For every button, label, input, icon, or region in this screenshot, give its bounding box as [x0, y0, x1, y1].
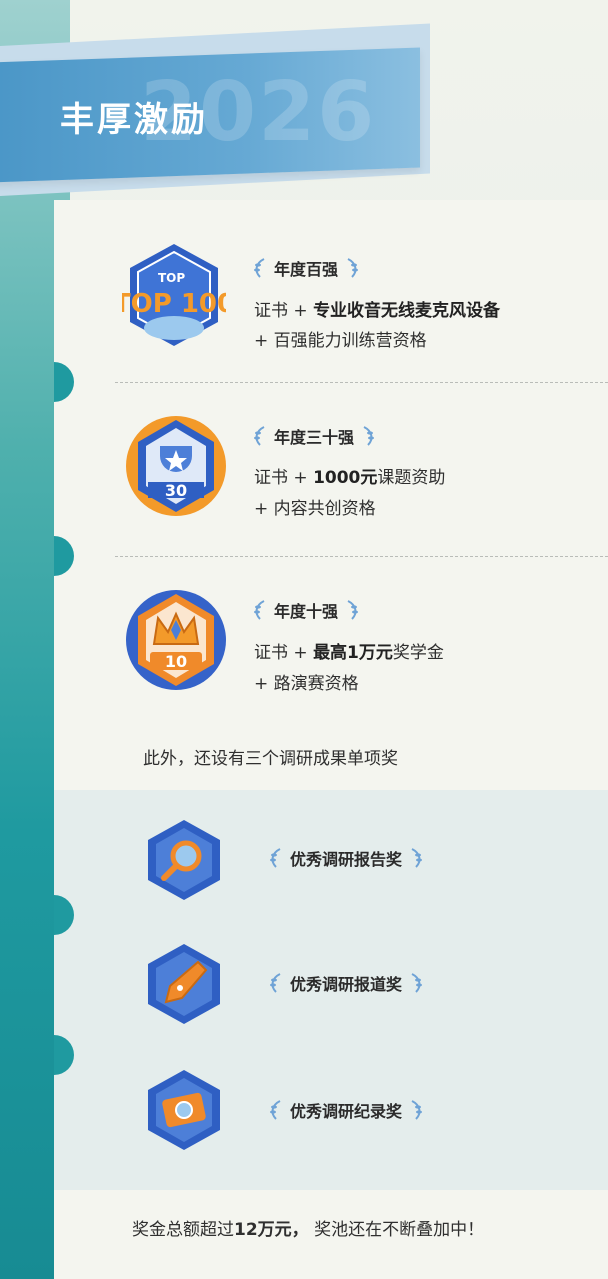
laurel-right-icon [347, 258, 359, 278]
award-name: 年度百强 [274, 260, 339, 279]
award-benefit-line: + 路演赛资格 [254, 674, 359, 694]
award-name: 年度三十强 [274, 428, 355, 447]
top10-badge-icon: 10 [126, 590, 226, 690]
badge-label: 10 [165, 652, 187, 671]
laurel-right-icon [347, 600, 359, 620]
laurel-right-icon [411, 973, 423, 993]
award-benefit-line: 证书 + 1000元课题资助 [254, 468, 446, 488]
laurel-left-icon [254, 600, 265, 620]
laurel-left-icon [254, 426, 265, 446]
award-title-top100: 年度百强 [252, 256, 360, 280]
top100-badge-icon: TOP TOP 100 [122, 244, 226, 346]
award-name: 年度十强 [274, 602, 339, 621]
award-title-top10: 年度十强 [252, 598, 360, 622]
laurel-right-icon [411, 1100, 423, 1120]
badge-label: TOP 100 [122, 289, 226, 319]
laurel-right-icon [363, 426, 375, 446]
top30-badge-icon: 30 [126, 416, 226, 516]
magnifier-icon [148, 820, 220, 900]
single-award-documentary: 优秀调研纪录奖 [268, 1098, 424, 1122]
divider [115, 556, 608, 557]
award-benefit-line: + 内容共创资格 [254, 499, 376, 519]
camera-icon [148, 1070, 220, 1150]
single-award-name: 优秀调研报道奖 [290, 975, 403, 994]
single-award-report: 优秀调研报告奖 [268, 846, 424, 870]
laurel-left-icon [254, 258, 265, 278]
svg-text:TOP: TOP [158, 271, 185, 285]
award-title-top30: 年度三十强 [252, 424, 376, 448]
award-benefit-line: 证书 + 专业收音无线麦克风设备 [254, 301, 501, 321]
award-benefit-line: + 百强能力训练营资格 [254, 331, 427, 351]
laurel-left-icon [270, 848, 281, 868]
pen-nib-icon [148, 944, 220, 1024]
extra-note: 此外，还设有三个调研成果单项奖 [143, 749, 398, 769]
laurel-right-icon [411, 848, 423, 868]
prize-pool-note: 奖金总额超过12万元， 奖池还在不断叠加中！ [132, 1220, 485, 1240]
single-award-name: 优秀调研纪录奖 [290, 1102, 403, 1121]
single-award-name: 优秀调研报告奖 [290, 850, 403, 869]
page-title: 丰厚激励 [60, 100, 208, 140]
single-award-coverage: 优秀调研报道奖 [268, 971, 424, 995]
divider [115, 382, 608, 383]
laurel-left-icon [270, 1100, 281, 1120]
badge-label: 30 [165, 481, 187, 500]
laurel-left-icon [270, 973, 281, 993]
award-benefit-line: 证书 + 最高1万元奖学金 [254, 643, 444, 663]
